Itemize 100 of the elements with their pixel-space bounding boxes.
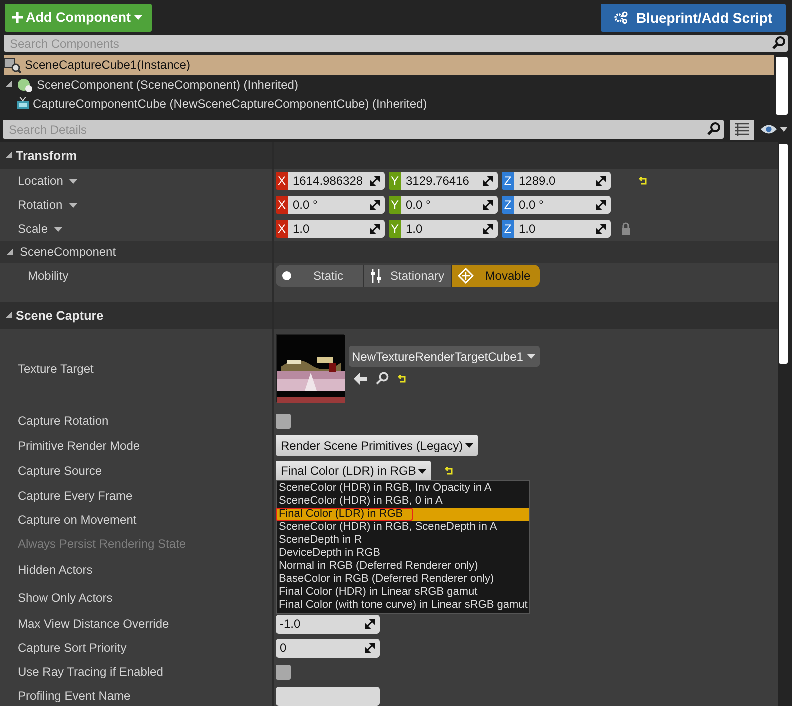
mobility-option[interactable]: Static (276, 265, 364, 287)
menu-item[interactable]: Final Color (HDR) in Linear sRGB gamut (277, 586, 529, 599)
expand-triangle-icon[interactable] (6, 81, 13, 88)
property-label: Location (18, 174, 64, 188)
property-label: Profiling Event Name (18, 689, 131, 703)
number-field[interactable]: 0.0 ° (514, 196, 611, 214)
drag-arrows-icon[interactable] (365, 643, 375, 653)
property-label: Capture Sort Priority (18, 641, 127, 655)
sphere-icon (16, 76, 34, 92)
property-label: Mobility (28, 269, 69, 283)
search-icon (772, 36, 786, 50)
number-field[interactable]: 1614.986328 (288, 172, 385, 190)
caret-icon (134, 15, 143, 20)
axis-label: Y (389, 172, 401, 190)
actor-icon (4, 58, 22, 72)
component-tree-item[interactable]: CaptureComponentCube (NewSceneCaptureComponentCube) (Inherited) (0, 94, 774, 113)
drag-arrows-icon[interactable] (370, 200, 380, 210)
mobility-option[interactable]: Movable (452, 265, 540, 287)
number-field[interactable]: 1.0 (514, 220, 611, 238)
checkbox[interactable] (276, 414, 291, 428)
reset-arrow-icon[interactable] (445, 467, 454, 475)
caret-icon (780, 127, 788, 132)
expand-triangle-icon[interactable] (7, 248, 14, 256)
number-field[interactable]: -1.0 (276, 614, 380, 634)
property-label: Use Ray Tracing if Enabled (18, 665, 164, 679)
property-label: Capture Rotation (18, 414, 109, 428)
axis-label: X (276, 220, 288, 238)
caret-icon (418, 468, 428, 474)
expand-triangle-icon[interactable] (6, 152, 13, 159)
axis-label: Z (502, 220, 514, 238)
menu-item[interactable]: SceneColor (HDR) in RGB, Inv Opacity in A (277, 482, 529, 495)
view-options-button[interactable] (758, 124, 788, 135)
property-label: Capture Source (18, 464, 102, 478)
search-icon[interactable] (376, 372, 389, 385)
menu-item[interactable]: DeviceDepth in RGB (277, 547, 529, 560)
axis-label: Z (502, 172, 514, 190)
list-view-icon (734, 122, 750, 136)
property-label: Capture on Movement (18, 513, 137, 527)
drag-arrows-icon[interactable] (483, 176, 493, 186)
search-field[interactable]: Search Details (3, 120, 724, 139)
asset-dropdown[interactable]: NewTextureRenderTargetCube1 (349, 346, 540, 367)
number-field[interactable]: 0.0 ° (401, 196, 498, 214)
number-field[interactable]: 1.0 (401, 220, 498, 238)
component-tree-item[interactable]: SceneComponent (SceneComponent) (Inherited) (0, 75, 774, 94)
drag-arrows-icon[interactable] (596, 176, 606, 186)
search-icon (707, 122, 721, 136)
text-field[interactable] (276, 686, 380, 706)
caret-icon (527, 354, 536, 359)
property-label: Always Persist Rendering State (18, 537, 186, 551)
eye-icon (760, 124, 778, 135)
drag-arrows-icon[interactable] (483, 200, 493, 210)
move-arrows-icon (458, 268, 474, 284)
menu-item[interactable]: Final Color (with tone curve) in Linear sRGB gamut (277, 599, 529, 612)
property-label: Texture Target (18, 362, 94, 376)
section-header: Scene Capture (16, 308, 104, 322)
reset-arrow-icon[interactable] (639, 177, 648, 185)
number-field[interactable]: 0 (276, 638, 380, 658)
number-field[interactable]: 3129.76416 (401, 172, 498, 190)
search-field[interactable]: Search Components (4, 35, 788, 52)
drag-arrows-icon[interactable] (596, 224, 606, 234)
expand-triangle-icon[interactable] (6, 312, 13, 319)
menu-item[interactable]: BaseColor in RGB (Deferred Renderer only) (277, 573, 529, 586)
caret-icon (69, 178, 78, 184)
axis-label: Y (389, 220, 401, 238)
number-field[interactable]: 1289.0 (514, 172, 611, 190)
drag-arrows-icon[interactable] (483, 224, 493, 234)
checkbox[interactable] (276, 664, 291, 680)
dot-icon (282, 271, 292, 281)
number-field[interactable]: 1.0 (288, 220, 385, 238)
property-label: Primitive Render Mode (18, 438, 140, 452)
property-label: Rotation (18, 198, 63, 212)
gears-icon (614, 11, 628, 24)
menu-item[interactable]: SceneColor (HDR) in RGB, 0 in A (277, 495, 529, 508)
axis-label: Y (389, 196, 401, 214)
property-label: Capture Every Frame (18, 489, 133, 503)
section-header: Transform (16, 148, 78, 162)
drag-arrows-icon[interactable] (596, 200, 606, 210)
axis-label: X (276, 196, 288, 214)
drag-arrows-icon[interactable] (370, 224, 380, 234)
reset-arrow-icon[interactable] (398, 374, 407, 382)
caret-icon (54, 226, 64, 232)
caret-icon (465, 443, 474, 448)
drag-arrows-icon[interactable] (370, 176, 380, 186)
menu-item[interactable]: Final Color (LDR) in RGB (277, 508, 529, 521)
camera-icon (16, 97, 30, 110)
dropdown[interactable]: Render Scene Primitives (Legacy) (276, 435, 478, 456)
category-label: SceneComponent (20, 245, 116, 259)
number-field[interactable]: 0.0 ° (288, 196, 385, 214)
axis-label: Z (502, 196, 514, 214)
back-arrow-icon[interactable] (354, 372, 367, 384)
menu-item[interactable]: Normal in RGB (Deferred Renderer only) (277, 560, 529, 573)
property-label: Hidden Actors (18, 563, 93, 577)
dropdown[interactable]: Final Color (LDR) in RGB (276, 460, 432, 482)
plus-icon (12, 12, 23, 23)
menu-item[interactable]: SceneDepth in R (277, 534, 529, 547)
blueprint-button[interactable]: Blueprint/Add Script (601, 4, 786, 32)
drag-arrows-icon[interactable] (365, 619, 375, 629)
menu-item[interactable]: SceneColor (HDR) in RGB, SceneDepth in A (277, 521, 529, 534)
component-tree-item[interactable]: SceneCaptureCube1(Instance) (4, 55, 774, 75)
list-view-button[interactable] (730, 120, 754, 140)
